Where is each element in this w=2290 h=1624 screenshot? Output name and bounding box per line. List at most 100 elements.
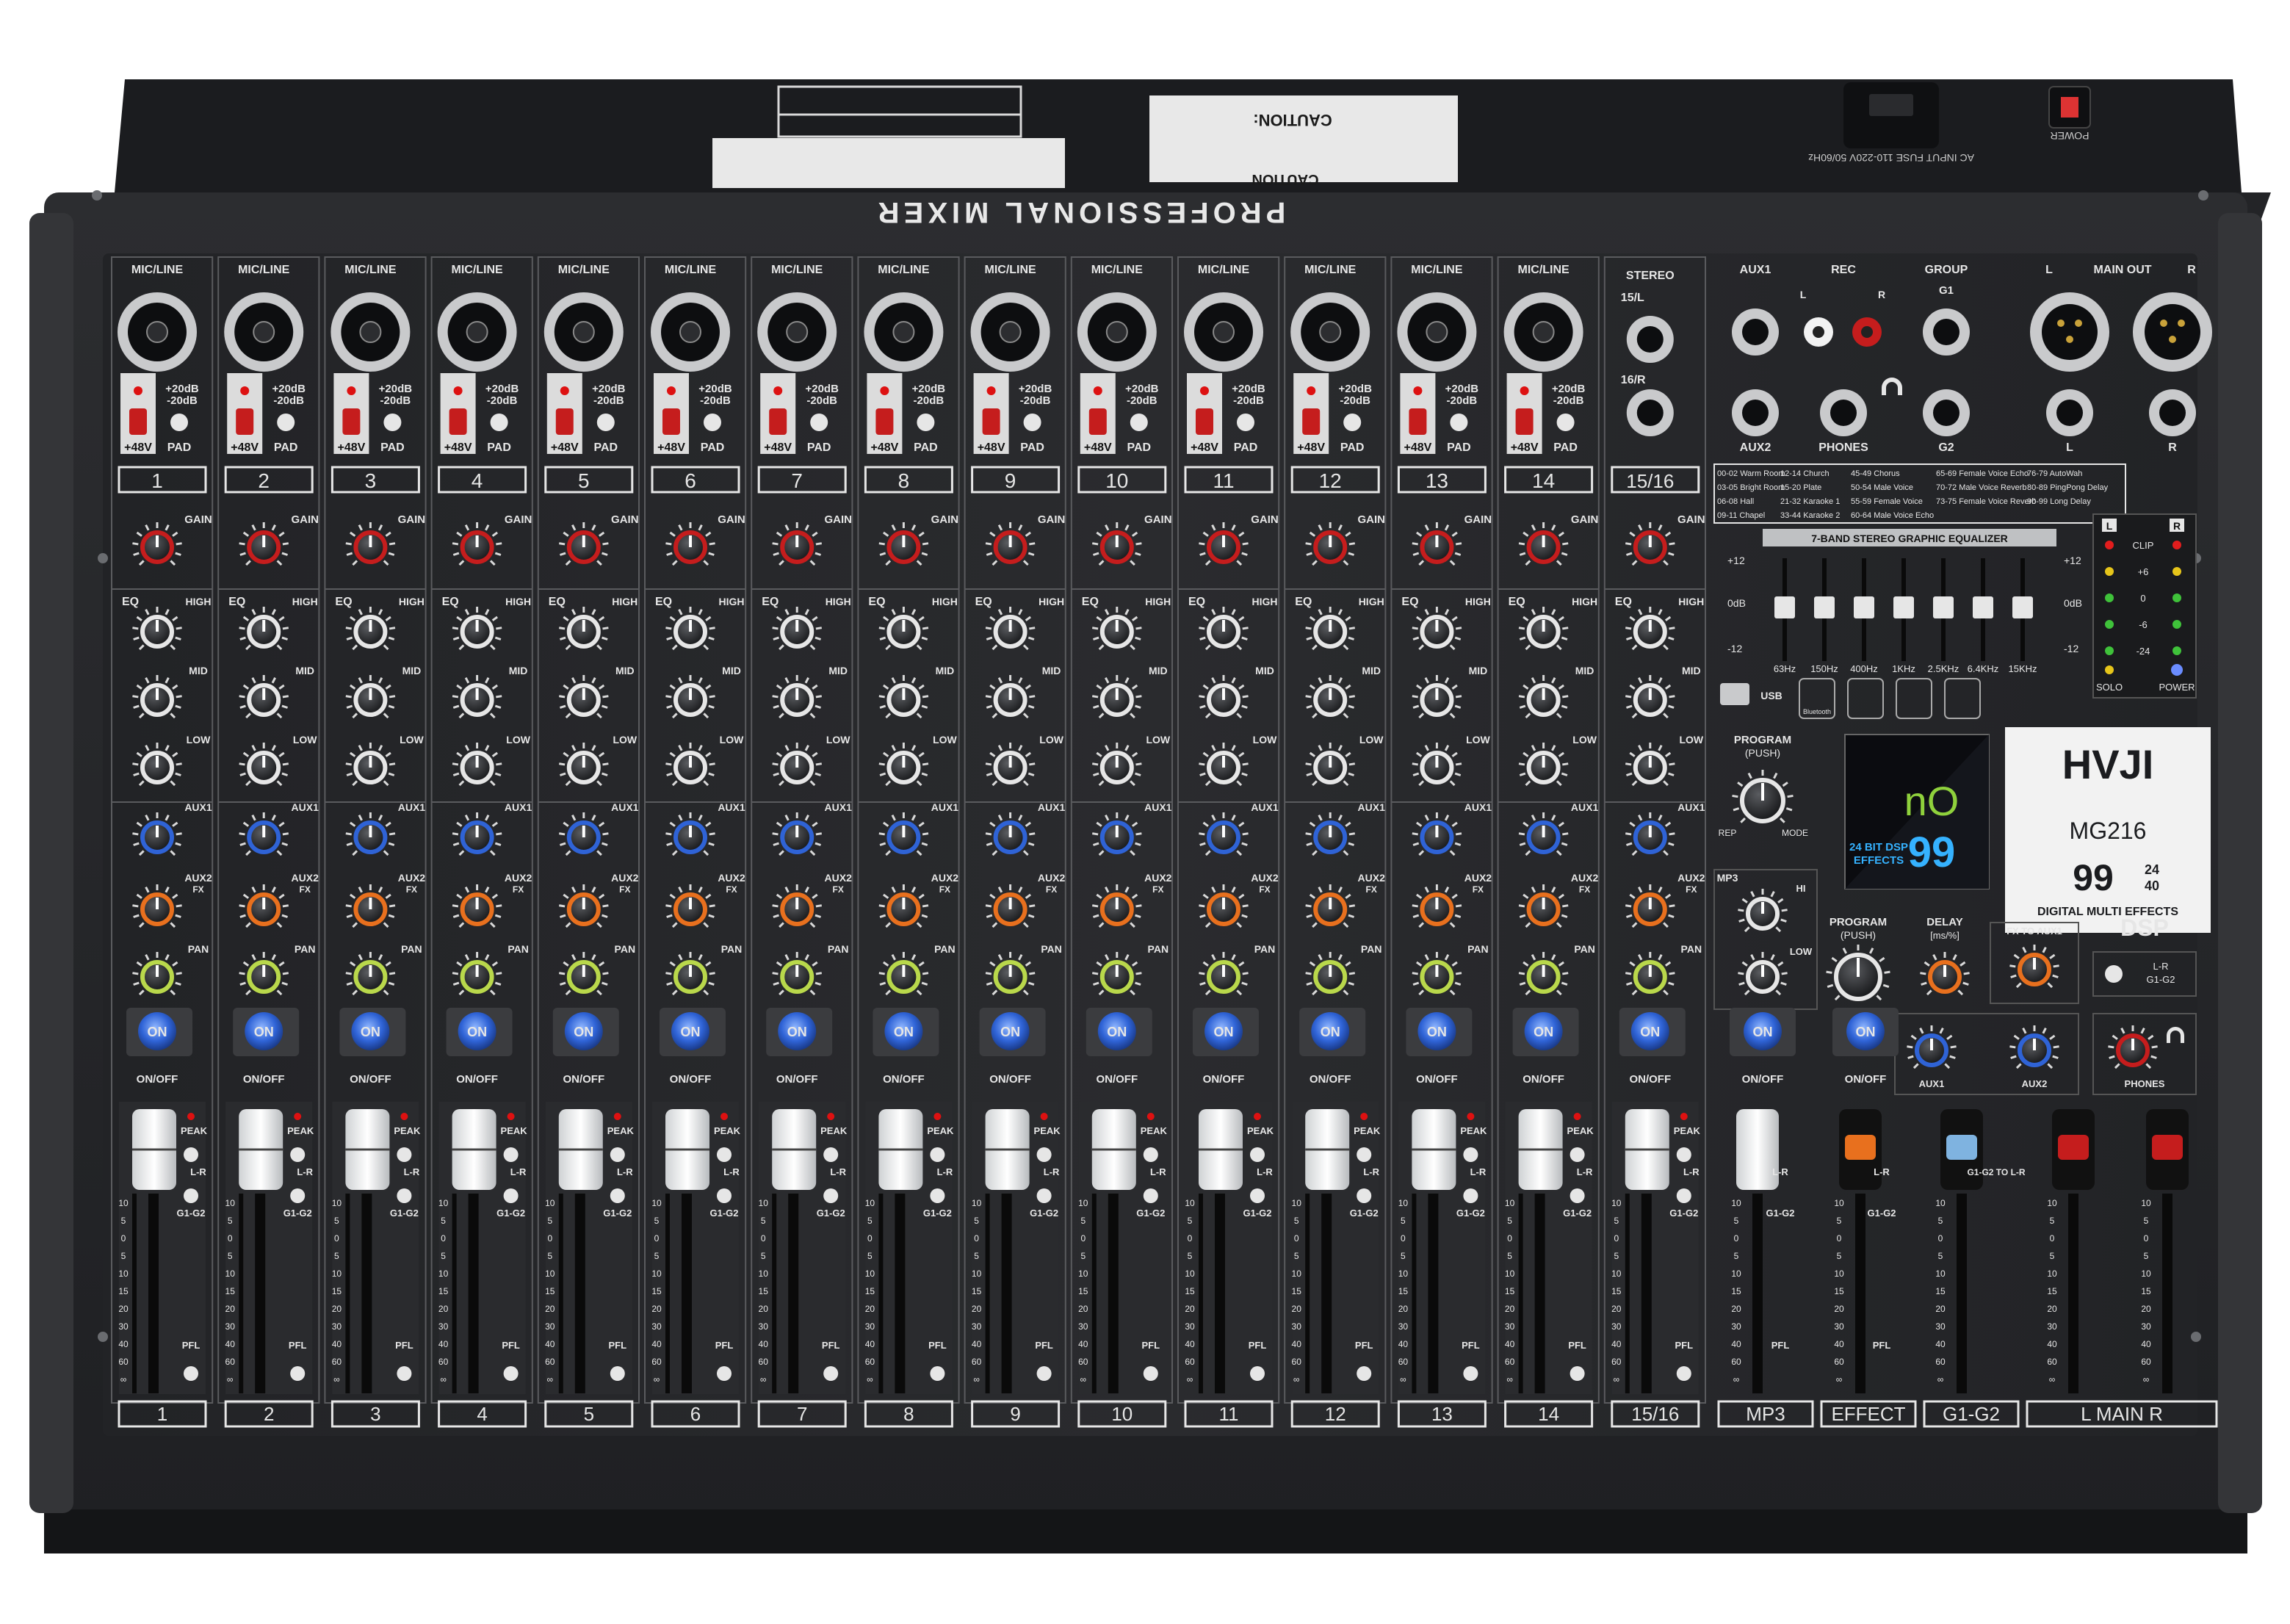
g1g2-button[interactable] [1570,1188,1585,1203]
pfl-button[interactable] [930,1366,945,1381]
on-label: ON [361,1025,380,1039]
phantom-switch[interactable] [342,408,361,435]
g1g2-button[interactable] [1676,1188,1691,1203]
fader-scale-mark: 15 [1398,1286,1409,1296]
pad-button[interactable] [1556,414,1575,431]
pad-button[interactable] [277,414,295,431]
pad-button[interactable] [917,414,935,431]
g1g2-button[interactable] [184,1188,198,1203]
g1g2-button[interactable] [1250,1188,1265,1203]
lr-button[interactable] [717,1147,732,1162]
fader-scale-mark: 60 [225,1357,236,1367]
fader-scale-mark: ∞ [1400,1374,1406,1385]
pad-button[interactable] [1237,414,1254,431]
geq-slider-150Hz[interactable] [1814,596,1835,618]
pfl-button[interactable] [610,1366,625,1381]
knob-tick [878,695,885,699]
g1g2-button[interactable] [823,1188,839,1203]
pfl-button[interactable] [1036,1366,1052,1381]
g1g2-button[interactable] [290,1188,306,1203]
phantom-switch[interactable] [982,408,1000,435]
pad-button[interactable] [1130,414,1148,431]
knob-tick [1781,909,1788,912]
lr-button[interactable] [1250,1147,1265,1162]
pad-button[interactable] [704,414,721,431]
phantom-switch[interactable] [555,408,574,435]
pfl-button[interactable] [717,1366,732,1381]
lr-button[interactable] [1676,1147,1691,1162]
pad-button[interactable] [490,414,508,431]
pfl-button[interactable] [290,1366,306,1381]
pad-button[interactable] [383,414,402,431]
lr-button[interactable] [503,1147,519,1162]
geq-slider-2.5KHz[interactable] [1933,596,1954,618]
phantom-switch[interactable] [1515,408,1534,435]
lr-button[interactable] [1463,1147,1478,1162]
pad-button[interactable] [170,414,188,431]
phantom-switch[interactable] [875,408,894,435]
lr-button[interactable] [184,1147,198,1162]
fader-scale-mark: 5 [334,1216,339,1226]
pfl-button[interactable] [397,1366,412,1381]
pfl-button[interactable] [1357,1366,1372,1381]
pad-button[interactable] [810,414,828,431]
master-fader-slot [1957,1194,1967,1393]
pad-button[interactable] [1023,414,1041,431]
geq-slider-6.4KHz[interactable] [1973,596,1993,618]
g1g2-button[interactable] [717,1188,732,1203]
phantom-switch[interactable] [1409,408,1427,435]
meter-led-right [2172,541,2181,549]
lr-button[interactable] [290,1147,306,1162]
pfl-button[interactable] [1143,1366,1158,1381]
phantom-switch[interactable] [449,408,467,435]
g1g2-button[interactable] [1143,1188,1158,1203]
lr-button[interactable] [397,1147,412,1162]
usb-port[interactable] [1720,683,1749,705]
pfl-button[interactable] [1676,1366,1691,1381]
phantom-switch[interactable] [662,408,680,435]
fader-scale-mark: ∞ [1293,1374,1300,1385]
pfl-button[interactable] [1463,1366,1478,1381]
g1g2-button[interactable] [1036,1188,1052,1203]
preset-cell: 76-79 AutoWah [2027,469,2082,478]
eq-low-label: LOW [1679,734,1703,746]
knob-tick [558,627,566,630]
pfl-button[interactable] [1250,1366,1265,1381]
fader-scale-mark: 10 [759,1268,769,1279]
lr-button[interactable] [1570,1147,1585,1162]
phantom-switch[interactable] [769,408,787,435]
geq-slider-15KHz[interactable] [2012,596,2033,618]
g1g2-button[interactable] [610,1188,625,1203]
phantom-switch[interactable] [236,408,254,435]
geq-slider-1KHz[interactable] [1893,596,1914,618]
phantom-switch[interactable] [129,408,147,435]
lr-button[interactable] [823,1147,839,1162]
g1g2-button[interactable] [1357,1188,1372,1203]
bottom-label: 8 [903,1403,914,1425]
lr-button[interactable] [1143,1147,1158,1162]
pad-button[interactable] [1450,414,1468,431]
g1g2-button[interactable] [930,1188,945,1203]
mp3-fader[interactable] [1736,1109,1779,1190]
geq-slider-400Hz[interactable] [1854,596,1874,618]
g1g2-button[interactable] [397,1188,412,1203]
g1g2-button[interactable] [1463,1188,1478,1203]
fader-scale-mark: 10 [332,1268,342,1279]
g1g2-button[interactable] [503,1188,519,1203]
pfl-button[interactable] [503,1366,519,1381]
geq-slider-63Hz[interactable] [1774,596,1795,618]
phantom-switch[interactable] [1196,408,1213,435]
lr-button[interactable] [1357,1147,1372,1162]
pad-button[interactable] [1343,414,1362,431]
fx-assign-button[interactable] [2105,965,2123,983]
pfl-button[interactable] [1570,1366,1585,1381]
phantom-switch[interactable] [1088,408,1107,435]
phantom-switch[interactable] [1302,408,1321,435]
pad-button[interactable] [596,414,615,431]
lr-button[interactable] [1036,1147,1052,1162]
pfl-button[interactable] [823,1366,839,1381]
lr-button[interactable] [930,1147,945,1162]
lr-button[interactable] [610,1147,625,1162]
knob-tick [1732,794,1738,798]
pfl-button[interactable] [184,1366,198,1381]
